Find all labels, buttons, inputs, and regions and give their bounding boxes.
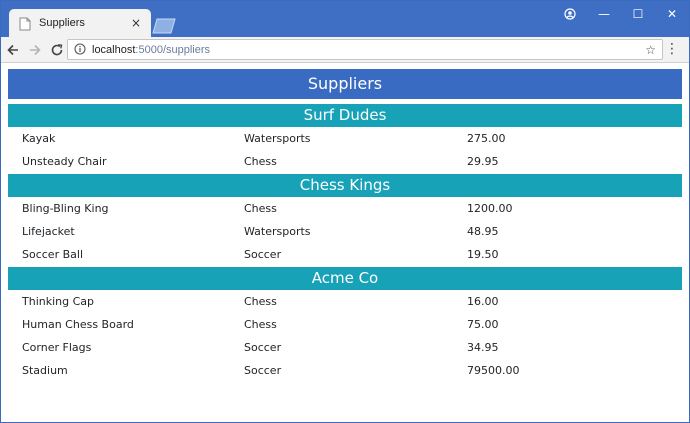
product-category: Soccer (244, 248, 282, 261)
url-text[interactable]: localhost:5000/suppliers (92, 44, 210, 56)
browser-menu-icon[interactable]: ⋮ (665, 41, 679, 57)
browser-window: Suppliers × — ☐ ✕ localhost:5000/supplie… (0, 0, 690, 423)
tab-title: Suppliers (39, 17, 85, 29)
product-name: Unsteady Chair (22, 155, 107, 168)
product-name: Lifejacket (22, 225, 75, 238)
product-table: Thinking Cap Chess 16.00 Human Chess Boa… (8, 290, 682, 382)
reload-button[interactable] (47, 40, 67, 60)
product-price: 34.95 (467, 341, 499, 354)
address-bar[interactable]: localhost:5000/suppliers ☆ (67, 39, 663, 60)
product-price: 29.95 (467, 155, 499, 168)
table-row: Lifejacket Watersports 48.95 (8, 220, 682, 243)
tab-close-icon[interactable]: × (127, 16, 145, 30)
product-name: Stadium (22, 364, 68, 377)
info-icon[interactable] (74, 40, 86, 59)
table-row: Unsteady Chair Chess 29.95 (8, 150, 682, 173)
product-price: 16.00 (467, 295, 499, 308)
back-arrow-icon (7, 44, 18, 55)
supplier-section: Acme Co Thinking Cap Chess 16.00 Human C… (8, 267, 682, 382)
table-row: Human Chess Board Chess 75.00 (8, 313, 682, 336)
page-title: Suppliers (8, 69, 682, 99)
product-category: Chess (244, 318, 277, 331)
product-category: Soccer (244, 341, 282, 354)
product-category: Chess (244, 295, 277, 308)
product-category: Soccer (244, 364, 282, 377)
forward-button[interactable] (25, 40, 45, 60)
maximize-button[interactable]: ☐ (621, 1, 655, 27)
page-favicon-icon (19, 16, 31, 31)
table-row: Soccer Ball Soccer 19.50 (8, 243, 682, 266)
product-price: 1200.00 (467, 202, 513, 215)
table-row: Thinking Cap Chess 16.00 (8, 290, 682, 313)
back-button[interactable] (3, 40, 23, 60)
product-price: 79500.00 (467, 364, 520, 377)
window-controls: — ☐ ✕ (553, 1, 689, 27)
supplier-section: Surf Dudes Kayak Watersports 275.00 Unst… (8, 104, 682, 173)
product-category: Chess (244, 202, 277, 215)
close-button[interactable]: ✕ (655, 1, 689, 27)
title-bar: Suppliers × — ☐ ✕ (1, 1, 689, 37)
page-content: Suppliers Surf Dudes Kayak Watersports 2… (8, 69, 682, 382)
url-host: localhost (92, 43, 136, 56)
supplier-section: Chess Kings Bling-Bling King Chess 1200.… (8, 174, 682, 266)
product-category: Watersports (244, 132, 311, 145)
supplier-header: Acme Co (8, 267, 682, 290)
supplier-header: Surf Dudes (8, 104, 682, 127)
table-row: Corner Flags Soccer 34.95 (8, 336, 682, 359)
product-price: 75.00 (467, 318, 499, 331)
product-category: Watersports (244, 225, 311, 238)
browser-tab[interactable]: Suppliers × (9, 9, 151, 37)
browser-toolbar: localhost:5000/suppliers ☆ ⋮ (1, 37, 689, 63)
minimize-button[interactable]: — (587, 1, 621, 27)
product-table: Kayak Watersports 275.00 Unsteady Chair … (8, 127, 682, 173)
product-price: 275.00 (467, 132, 506, 145)
product-price: 19.50 (467, 248, 499, 261)
product-table: Bling-Bling King Chess 1200.00 Lifejacke… (8, 197, 682, 266)
product-name: Soccer Ball (22, 248, 83, 261)
reload-icon (51, 43, 63, 55)
product-name: Human Chess Board (22, 318, 134, 331)
new-tab-button[interactable] (151, 18, 177, 34)
table-row: Bling-Bling King Chess 1200.00 (8, 197, 682, 220)
supplier-header: Chess Kings (8, 174, 682, 197)
product-name: Kayak (22, 132, 56, 145)
product-name: Thinking Cap (22, 295, 94, 308)
forward-arrow-icon (30, 44, 41, 55)
table-row: Kayak Watersports 275.00 (8, 127, 682, 150)
table-row: Stadium Soccer 79500.00 (8, 359, 682, 382)
bookmark-star-icon[interactable]: ☆ (645, 43, 656, 57)
product-category: Chess (244, 155, 277, 168)
product-name: Corner Flags (22, 341, 92, 354)
url-path: :5000/suppliers (135, 43, 211, 56)
profile-icon[interactable] (553, 1, 587, 27)
product-price: 48.95 (467, 225, 499, 238)
product-name: Bling-Bling King (22, 202, 109, 215)
